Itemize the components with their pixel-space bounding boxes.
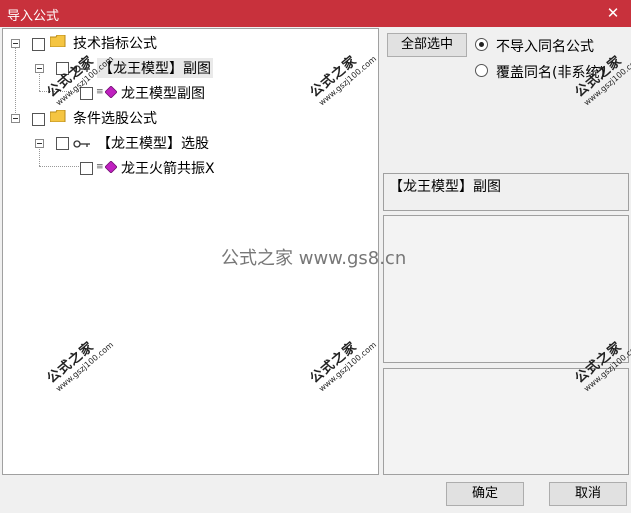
ok-button[interactable]: 确定 — [446, 482, 524, 506]
radio-label[interactable]: 不导入同名公式 — [496, 36, 594, 56]
node-checkbox[interactable] — [32, 113, 45, 126]
select-all-button[interactable]: 全部选中 — [387, 33, 467, 57]
center-watermark: 公式之家 www.gs8.cn — [221, 248, 407, 269]
node-checkbox[interactable] — [32, 38, 45, 51]
folder-icon — [50, 110, 66, 122]
tree-line — [15, 45, 16, 119]
collapse-toggle[interactable] — [35, 64, 44, 73]
tree-node-label[interactable]: 条件选股公式 — [73, 108, 157, 128]
title-bar: 导入公式 ✕ — [0, 0, 631, 27]
node-checkbox[interactable] — [56, 137, 69, 150]
formula-icon: ≡ — [96, 87, 104, 97]
collapse-toggle[interactable] — [35, 139, 44, 148]
selected-formula-box: 【龙王模型】副图 — [383, 173, 629, 211]
radio-overwrite[interactable] — [475, 64, 488, 77]
formula-icon: ≡ — [96, 162, 104, 172]
selected-formula-text: 【龙王模型】副图 — [389, 179, 501, 195]
folder-icon — [50, 35, 66, 47]
formula-description-box — [383, 215, 629, 363]
cancel-button[interactable]: 取消 — [549, 482, 627, 506]
window-title: 导入公式 — [7, 9, 60, 24]
collapse-toggle[interactable] — [11, 114, 20, 123]
key-icon — [73, 140, 90, 148]
gem-icon — [105, 86, 117, 98]
collapse-toggle[interactable] — [11, 39, 20, 48]
close-icon[interactable]: ✕ — [605, 4, 621, 22]
gem-icon — [105, 161, 117, 173]
node-checkbox[interactable] — [80, 162, 93, 175]
tree-node-label[interactable]: 【龙王模型】选股 — [97, 133, 209, 153]
tree-node-label[interactable]: 龙王模型副图 — [121, 83, 205, 103]
tree-node-label[interactable]: 龙王火箭共振X — [121, 158, 215, 178]
radio-skip-duplicates[interactable] — [475, 38, 488, 51]
